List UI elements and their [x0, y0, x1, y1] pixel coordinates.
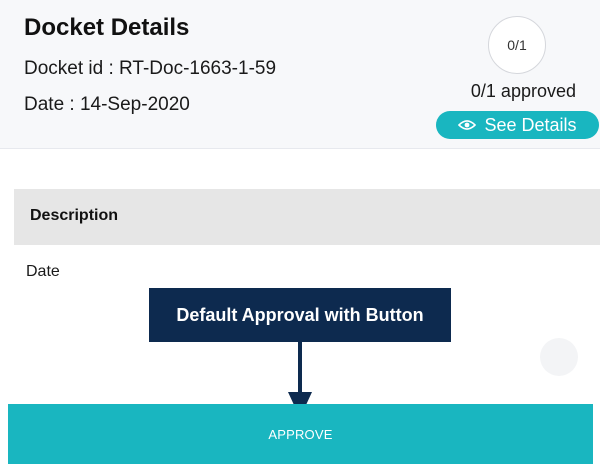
- approval-progress-circle: 0/1: [488, 16, 546, 74]
- docket-details-screen: Docket Details Docket id : RT-Doc-1663-1…: [0, 0, 600, 476]
- docket-id: Docket id : RT-Doc-1663-1-59: [24, 58, 277, 79]
- table-row-label: Date: [26, 263, 60, 280]
- table-header: Description: [14, 189, 600, 245]
- annotation-callout-text: Default Approval with Button: [176, 304, 424, 325]
- eye-icon: [458, 119, 477, 131]
- faded-circle: [540, 338, 578, 376]
- annotation-callout: Default Approval with Button: [149, 288, 451, 342]
- approve-button[interactable]: APPROVE: [8, 404, 593, 464]
- approval-status-text: 0/1 approved: [470, 81, 576, 101]
- see-details-button[interactable]: See Details: [436, 111, 599, 139]
- approve-button-label: APPROVE: [268, 426, 333, 442]
- approval-progress-value: 0/1: [507, 37, 527, 53]
- docket-header: Docket Details Docket id : RT-Doc-1663-1…: [0, 0, 600, 149]
- page-title: Docket Details: [24, 14, 190, 41]
- table-header-description: Description: [30, 207, 119, 224]
- docket-date: Date : 14-Sep-2020: [24, 94, 190, 115]
- see-details-label: See Details: [484, 114, 577, 135]
- annotation-arrow-shaft: [298, 342, 302, 394]
